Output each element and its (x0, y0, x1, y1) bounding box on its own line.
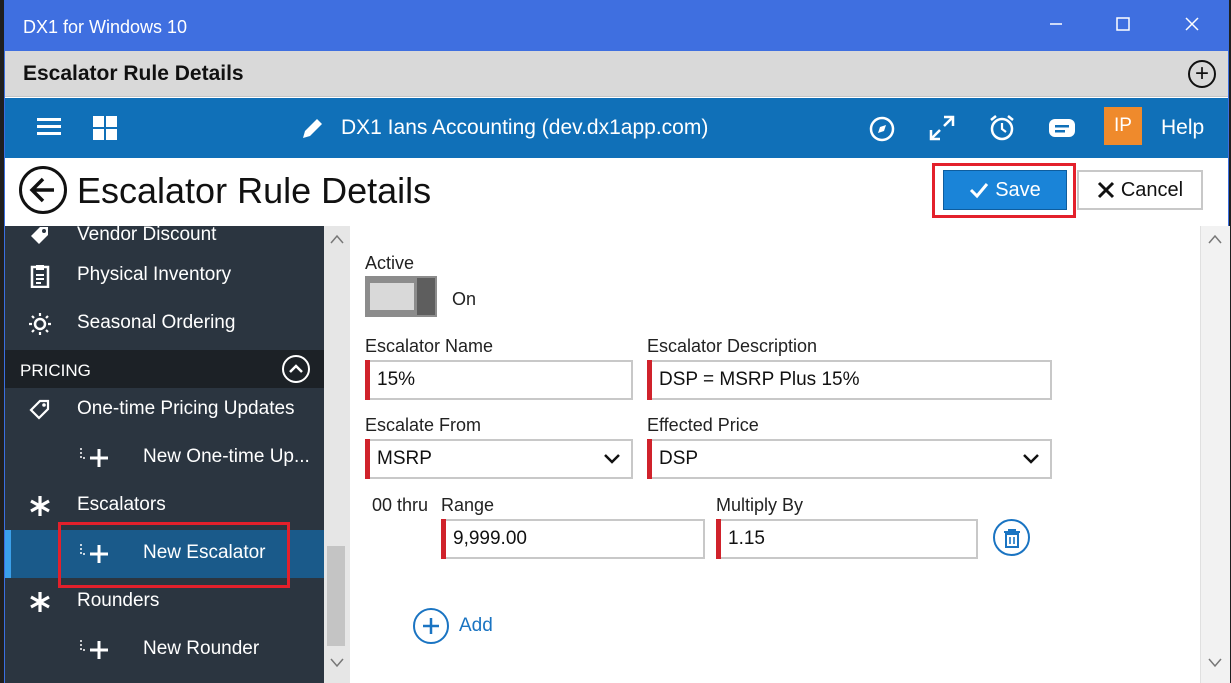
minimize-icon[interactable] (1039, 11, 1073, 41)
sidebar-item-label: Physical Inventory (77, 264, 232, 285)
tiles-icon[interactable] (93, 116, 117, 146)
chevron-up-icon[interactable] (282, 355, 310, 383)
sidebar-item-label: Vendor Discount (77, 226, 217, 245)
sidebar-item-seasonal-ordering[interactable]: Seasonal Ordering (5, 300, 324, 346)
close-icon[interactable] (1175, 11, 1209, 41)
back-button[interactable] (19, 166, 67, 214)
plus-circle-icon (423, 618, 439, 634)
escalator-name-label: Escalator Name (365, 336, 494, 356)
range-field[interactable]: 9,999.00 (441, 519, 705, 559)
delete-row-button[interactable] (993, 519, 1030, 556)
main-toolbar: DX1 Ians Accounting (dev.dx1app.com) IP … (5, 98, 1228, 158)
save-label: Save (995, 178, 1041, 201)
scroll-down-icon[interactable] (1208, 658, 1222, 668)
escalate-from-select[interactable]: MSRP (365, 439, 633, 479)
sidebar-scroll-thumb[interactable] (327, 546, 345, 646)
app-window: DX1 for Windows 10 Escalator Rule Detail… (4, 0, 1230, 683)
pencil-icon[interactable] (298, 115, 326, 145)
cancel-button[interactable]: Cancel (1077, 170, 1203, 210)
escalator-description-label: Escalator Description (647, 336, 818, 356)
sidebar-item-new-one-time-update[interactable]: New One-time Up... (5, 434, 324, 480)
active-state-label: On (452, 289, 477, 309)
sidebar: Vendor Discount Physical Inventory Seaso… (5, 226, 324, 683)
user-avatar[interactable]: IP (1104, 107, 1142, 145)
compass-icon[interactable] (868, 115, 896, 145)
escalator-name-field[interactable]: 15% (365, 360, 633, 400)
effected-price-label: Effected Price (647, 415, 759, 435)
price-tag-icon (27, 398, 53, 422)
page-title: Escalator Rule Details (77, 170, 432, 211)
window-titlebar: DX1 for Windows 10 (5, 0, 1228, 51)
scroll-down-icon[interactable] (330, 658, 344, 668)
sidebar-item-one-time-pricing[interactable]: One-time Pricing Updates (5, 386, 324, 432)
vendor-discount-icon (27, 226, 53, 248)
effected-price-select[interactable]: DSP (647, 439, 1052, 479)
sidebar-item-label: Escalators (77, 494, 166, 515)
effected-price-value: DSP (659, 448, 699, 469)
window-title: DX1 for Windows 10 (23, 17, 188, 37)
sidebar-item-label: New One-time Up... (143, 446, 310, 467)
trash-icon (1004, 529, 1020, 548)
asterisk-icon (27, 590, 53, 614)
sun-icon (27, 312, 53, 336)
new-escalator-highlight-box (58, 522, 290, 588)
content-scrollbar[interactable] (1200, 226, 1230, 683)
range-prefix: 00 thru (372, 495, 429, 515)
sidebar-item-label: One-time Pricing Updates (77, 398, 295, 419)
sidebar-item-label: Seasonal Ordering (77, 312, 236, 333)
escalator-form: Active On Escalator Name 15% Escalator D… (350, 226, 1200, 683)
escalate-from-value: MSRP (377, 448, 432, 469)
app-header: Escalator Rule Details + (5, 51, 1228, 97)
alarm-clock-icon[interactable] (987, 113, 1017, 143)
sidebar-item-physical-inventory[interactable]: Physical Inventory (5, 252, 324, 298)
sidebar-item-label: New Rounder (143, 638, 260, 659)
company-name: DX1 Ians Accounting (dev.dx1app.com) (341, 116, 709, 139)
scroll-up-icon[interactable] (1208, 234, 1222, 244)
active-toggle[interactable] (365, 276, 437, 317)
multiply-by-label: Multiply By (716, 495, 804, 515)
escalate-from-label: Escalate From (365, 415, 482, 435)
sidebar-section-pricing[interactable]: PRICING (5, 350, 324, 388)
multiply-by-field[interactable]: 1.15 (716, 519, 978, 559)
sidebar-item-label: Rounders (77, 590, 160, 611)
asterisk-icon (27, 494, 53, 518)
maximize-icon[interactable] (1106, 11, 1140, 41)
save-button[interactable]: Save (943, 170, 1067, 210)
scroll-up-icon[interactable] (330, 234, 344, 244)
plus-icon (79, 638, 108, 662)
chat-icon[interactable] (1047, 115, 1077, 145)
escalator-description-field[interactable]: DSP = MSRP Plus 15% (647, 360, 1052, 400)
sidebar-scrollbar[interactable] (324, 226, 350, 683)
range-label: Range (441, 495, 495, 515)
clipboard-icon (27, 264, 53, 289)
chevron-down-icon (604, 454, 620, 464)
checkmark-icon (970, 183, 989, 199)
menu-icon[interactable] (37, 114, 61, 144)
x-icon (1097, 181, 1114, 199)
active-label: Active (365, 253, 415, 273)
sidebar-section-label: PRICING (20, 361, 91, 380)
help-link[interactable]: Help (1161, 116, 1204, 140)
add-row-label[interactable]: Add (459, 615, 493, 637)
sidebar-item-new-rounder[interactable]: New Rounder (5, 626, 324, 672)
chevron-down-icon (1023, 454, 1039, 464)
cancel-label: Cancel (1120, 178, 1184, 201)
expand-icon[interactable] (927, 113, 957, 143)
app-header-title: Escalator Rule Details (23, 62, 244, 85)
plus-icon (79, 446, 108, 470)
add-circle-icon[interactable]: + (1188, 60, 1216, 88)
page-header: Escalator Rule Details Save Cancel (5, 158, 1228, 226)
add-row-button[interactable] (413, 608, 449, 644)
